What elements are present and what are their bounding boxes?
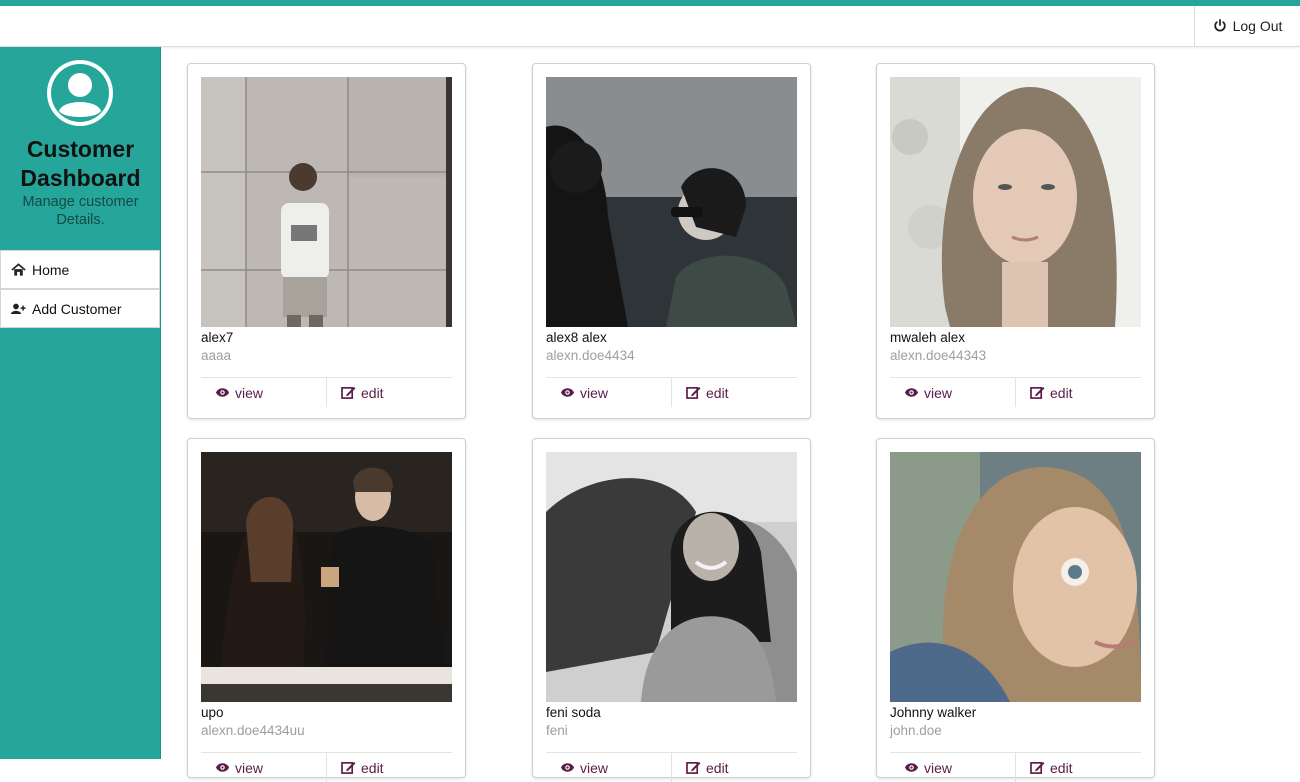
- edit-label: edit: [1050, 759, 1073, 776]
- card-actions: view edit: [890, 377, 1141, 407]
- power-icon: [1213, 19, 1226, 32]
- customer-email: alexn.doe44343: [890, 348, 987, 363]
- edit-label: edit: [1050, 384, 1073, 401]
- edit-button[interactable]: edit: [326, 378, 452, 407]
- eye-icon: [560, 388, 575, 397]
- card-actions: view edit: [546, 377, 797, 407]
- edit-label: edit: [706, 384, 729, 401]
- eye-icon: [215, 388, 230, 397]
- sidebar-item-label: Add Customer: [32, 300, 122, 317]
- customer-name: mwaleh alex: [890, 330, 966, 345]
- sidebar-item-add-customer[interactable]: Add Customer: [0, 289, 160, 328]
- view-label: view: [924, 759, 953, 776]
- customer-photo: [201, 77, 452, 327]
- customer-email: alexn.doe4434: [546, 348, 635, 363]
- customer-card: alex8 alex alexn.doe4434 view edit: [532, 63, 811, 419]
- edit-button[interactable]: edit: [326, 753, 452, 782]
- card-actions: view edit: [201, 752, 452, 782]
- eye-icon: [560, 763, 575, 772]
- card-actions: view edit: [546, 752, 797, 782]
- customer-photo: [546, 77, 797, 327]
- customer-name: alex7: [201, 330, 234, 345]
- sidebar-item-home[interactable]: Home: [0, 250, 160, 289]
- view-label: view: [580, 384, 609, 401]
- user-plus-icon: [11, 303, 26, 314]
- customer-name: alex8 alex: [546, 330, 607, 345]
- view-label: view: [235, 384, 264, 401]
- view-button[interactable]: view: [546, 378, 671, 407]
- home-icon: [11, 262, 26, 276]
- edit-icon: [341, 386, 356, 399]
- edit-button[interactable]: edit: [1015, 378, 1141, 407]
- card-actions: view edit: [890, 752, 1141, 782]
- edit-icon: [686, 761, 701, 774]
- customer-name: feni soda: [546, 705, 601, 720]
- edit-button[interactable]: edit: [671, 378, 797, 407]
- eye-icon: [904, 763, 919, 772]
- view-button[interactable]: view: [890, 378, 1015, 407]
- view-label: view: [580, 759, 609, 776]
- customer-name: Johnny walker: [890, 705, 977, 720]
- logout-button[interactable]: Log Out: [1194, 6, 1300, 46]
- edit-icon: [1030, 761, 1045, 774]
- dashboard-title: Customer Dashboard: [20, 136, 141, 191]
- customer-photo: [890, 77, 1141, 327]
- customer-email: john.doe: [890, 723, 942, 738]
- edit-label: edit: [706, 759, 729, 776]
- edit-label: edit: [361, 759, 384, 776]
- customer-card: upo alexn.doe4434uu view edit: [187, 438, 466, 782]
- customer-email: alexn.doe4434uu: [201, 723, 305, 738]
- edit-icon: [341, 761, 356, 774]
- sidebar-item-label: Home: [32, 261, 70, 278]
- customer-photo: [890, 452, 1141, 702]
- customer-card: feni soda feni view edit: [532, 438, 811, 782]
- customer-photo: [546, 452, 797, 702]
- view-button[interactable]: view: [201, 753, 326, 782]
- edit-icon: [686, 386, 701, 399]
- customer-card: mwaleh alex alexn.doe44343 view edit: [876, 63, 1155, 419]
- eye-icon: [904, 388, 919, 397]
- eye-icon: [215, 763, 230, 772]
- user-avatar-icon: [47, 60, 113, 126]
- customer-card: alex7 aaaa view edit: [187, 63, 466, 419]
- view-label: view: [235, 759, 264, 776]
- customer-name: upo: [201, 705, 224, 720]
- view-button[interactable]: view: [890, 753, 1015, 782]
- edit-icon: [1030, 386, 1045, 399]
- view-button[interactable]: view: [546, 753, 671, 782]
- view-button[interactable]: view: [201, 378, 326, 407]
- sidebar: Customer Dashboard Manage customer Detai…: [0, 47, 161, 759]
- edit-label: edit: [361, 384, 384, 401]
- edit-button[interactable]: edit: [1015, 753, 1141, 782]
- customer-email: aaaa: [201, 348, 232, 363]
- view-label: view: [924, 384, 953, 401]
- logout-label: Log Out: [1232, 18, 1283, 34]
- customer-photo: [201, 452, 452, 702]
- edit-button[interactable]: edit: [671, 753, 797, 782]
- customer-card: Johnny walker john.doe view edit: [876, 438, 1155, 782]
- card-actions: view edit: [201, 377, 452, 407]
- top-bar: Log Out: [0, 6, 1300, 47]
- dashboard-subtitle: Manage customer Details.: [22, 194, 139, 228]
- customer-email: feni: [546, 723, 568, 738]
